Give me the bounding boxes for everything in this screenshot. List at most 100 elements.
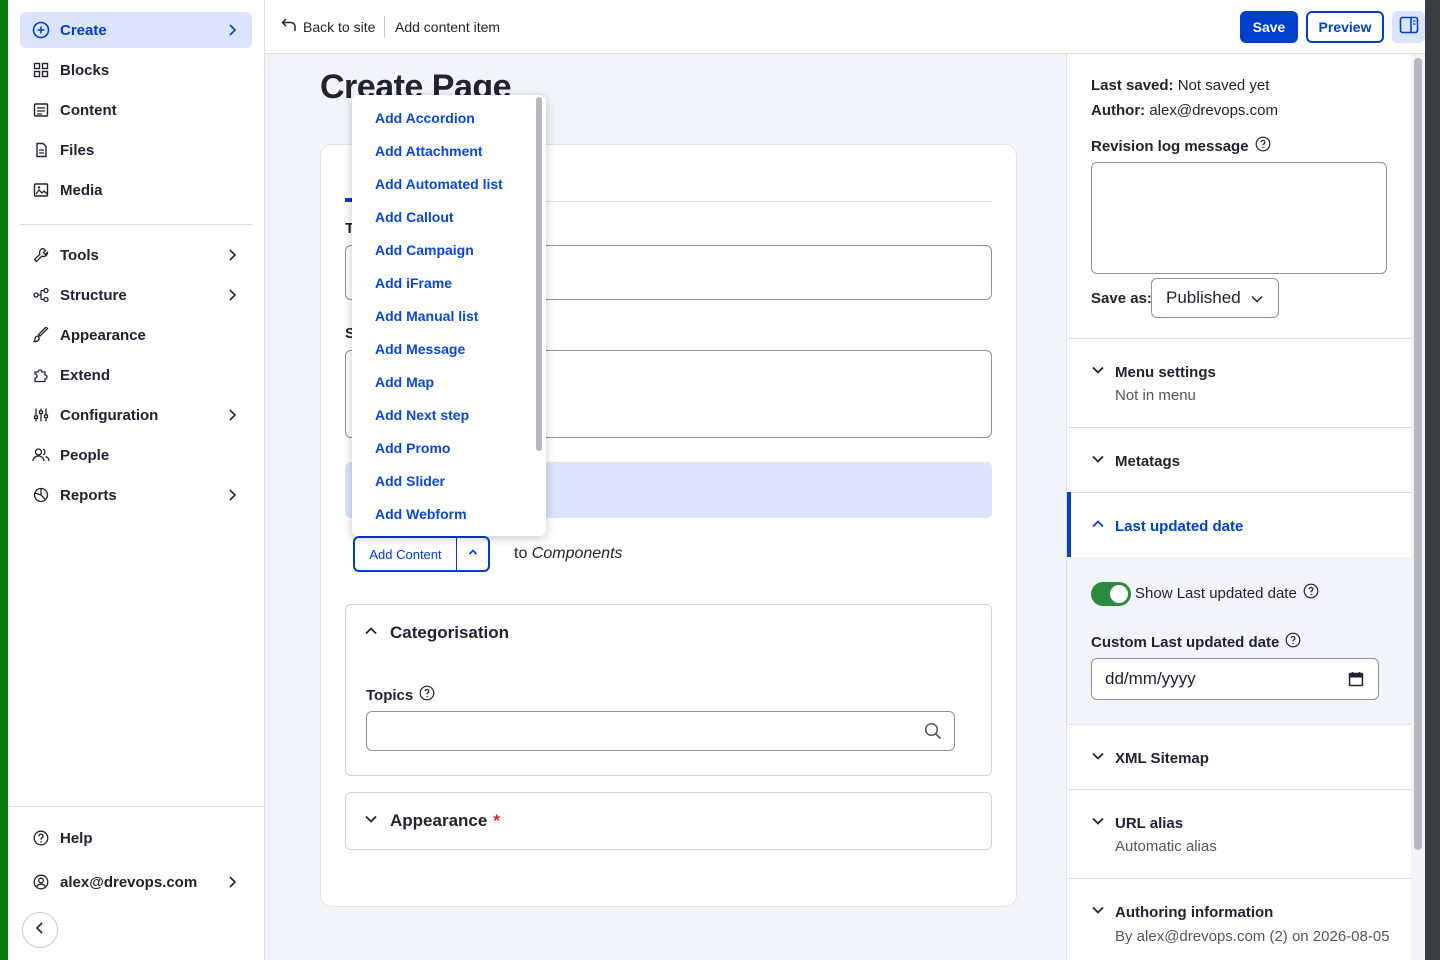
last-updated-date-title: Last updated date [1115,517,1244,535]
help-icon[interactable] [1255,136,1271,156]
section-divider [1067,338,1411,339]
url-alias-toggle[interactable]: URL alias [1091,814,1183,832]
add-content-dropdown-menu: Add Accordion Add Attachment Add Automat… [352,95,546,536]
dropdown-item-slider[interactable]: Add Slider [375,473,445,489]
back-arrow-icon [281,18,303,35]
add-content-target: to Components [514,545,623,563]
sidebar-item-extend[interactable]: Extend [20,357,252,393]
categorisation-title: Categorisation [390,623,510,642]
sidebar-item-create[interactable]: Create [20,12,252,48]
menu-settings-title: Menu settings [1115,363,1216,381]
page-scrollbar[interactable] [1414,58,1422,850]
save-button[interactable]: Save [1240,11,1298,43]
sidebar-item-tools[interactable]: Tools [20,237,252,273]
active-section-indicator [1067,492,1071,557]
plus-circle-icon [32,21,50,39]
back-to-site-link[interactable]: Back to site [281,18,375,35]
custom-last-updated-label: Custom Last updated date [1091,632,1301,652]
meta-sidebar: Last saved: Not saved yet Author: alex@d… [1066,54,1411,960]
dropdown-item-automated-list[interactable]: Add Automated list [375,176,503,192]
metatags-toggle[interactable]: Metatags [1091,452,1180,470]
last-updated-date-toggle[interactable]: Last updated date [1091,517,1243,535]
topics-autocomplete-input[interactable] [366,711,955,751]
sidebar-item-label: People [60,446,110,464]
last-saved-info: Last saved: Not saved yet [1091,77,1269,94]
revision-log-textarea[interactable] [1091,162,1387,274]
dropdown-item-promo[interactable]: Add Promo [375,440,450,456]
show-last-updated-toggle[interactable] [1091,582,1131,606]
sidebar-item-reports[interactable]: Reports [20,477,252,513]
sidebar-item-label: Content [60,101,117,119]
sidebar-item-content[interactable]: Content [20,92,252,128]
moderation-state-value: Published [1166,288,1241,307]
sidebar-item-structure[interactable]: Structure [20,277,252,313]
window-edge-strip [0,0,8,960]
add-content-dropbutton: Add Content [353,536,490,572]
chevron-left-icon [33,921,47,940]
xml-sitemap-title: XML Sitemap [1115,749,1209,767]
sidebar-item-label: Configuration [60,406,159,424]
menu-settings-toggle[interactable]: Menu settings [1091,363,1216,381]
section-divider [1067,789,1411,790]
sidebar-item-user[interactable]: alex@drevops.com [20,864,252,900]
topbar-separator [384,16,385,38]
sidebar-item-label: Blocks [60,61,110,79]
sidebar-panel-icon [1399,16,1419,39]
admin-sidebar: Create Blocks Content Files Media Tools … [8,0,265,960]
dropdown-item-manual-list[interactable]: Add Manual list [375,308,478,324]
help-icon[interactable] [1303,583,1319,603]
dropdown-item-next-step[interactable]: Add Next step [375,407,469,423]
dropdown-scrollbar[interactable] [536,97,542,451]
sidebar-item-people[interactable]: People [20,437,252,473]
custom-last-updated-date-input[interactable]: dd/mm/yyyy [1091,658,1379,700]
authoring-information-summary: By alex@drevops.com (2) on 2026-08-05 [1115,928,1390,945]
sidebar-item-blocks[interactable]: Blocks [20,52,252,88]
wrench-icon [32,246,50,264]
chevron-right-icon [224,287,240,303]
chevron-right-icon [224,22,240,38]
preview-button[interactable]: Preview [1306,11,1384,43]
user-icon [32,873,50,891]
sidebar-item-label: Structure [60,286,127,304]
sidebar-item-configuration[interactable]: Configuration [20,397,252,433]
appearance-summary[interactable]: Appearance * [364,811,500,831]
dropdown-item-accordion[interactable]: Add Accordion [375,110,475,126]
help-icon[interactable] [1285,632,1301,652]
chevron-up-icon [364,623,390,643]
dropdown-item-campaign[interactable]: Add Campaign [375,242,474,258]
categorisation-summary[interactable]: Categorisation [364,623,509,643]
save-as-label: Save as: [1091,290,1152,307]
target-field-name: Components [531,545,623,562]
dropdown-item-attachment[interactable]: Add Attachment [375,143,483,159]
sidebar-item-help[interactable]: Help [20,820,252,856]
moderation-state-select[interactable]: Published [1151,278,1279,318]
add-content-button[interactable]: Add Content [355,538,457,570]
custom-last-updated-label-text: Custom Last updated date [1091,633,1280,651]
structure-icon [32,286,50,304]
xml-sitemap-toggle[interactable]: XML Sitemap [1091,749,1209,767]
sidebar-item-appearance[interactable]: Appearance [20,317,252,353]
toggle-meta-sidebar-button[interactable] [1392,11,1425,43]
sidebar-item-files[interactable]: Files [20,132,252,168]
blocks-icon [32,61,50,79]
chevron-right-icon [224,247,240,263]
dropdown-item-iframe[interactable]: Add iFrame [375,275,452,291]
dropdown-item-callout[interactable]: Add Callout [375,209,454,225]
add-content-toggle-button[interactable] [457,538,488,570]
sidebar-item-media[interactable]: Media [20,172,252,208]
search-icon [924,722,942,745]
dropdown-item-message[interactable]: Add Message [375,341,465,357]
sidebar-item-label: Appearance [60,326,146,344]
sidebar-item-label: Media [60,181,103,199]
collapse-sidebar-button[interactable] [22,912,58,948]
chevron-up-icon [467,545,479,563]
date-placeholder: dd/mm/yyyy [1105,669,1196,688]
categorisation-details: Categorisation Topics [345,604,992,776]
help-icon[interactable] [419,685,435,705]
authoring-information-toggle[interactable]: Authoring information [1091,903,1273,921]
dropdown-item-webform[interactable]: Add Webform [375,506,467,522]
authoring-information-title: Authoring information [1115,903,1274,921]
dropdown-item-map[interactable]: Add Map [375,374,434,390]
revision-log-label-text: Revision log message [1091,137,1249,155]
to-prefix: to [514,545,528,562]
